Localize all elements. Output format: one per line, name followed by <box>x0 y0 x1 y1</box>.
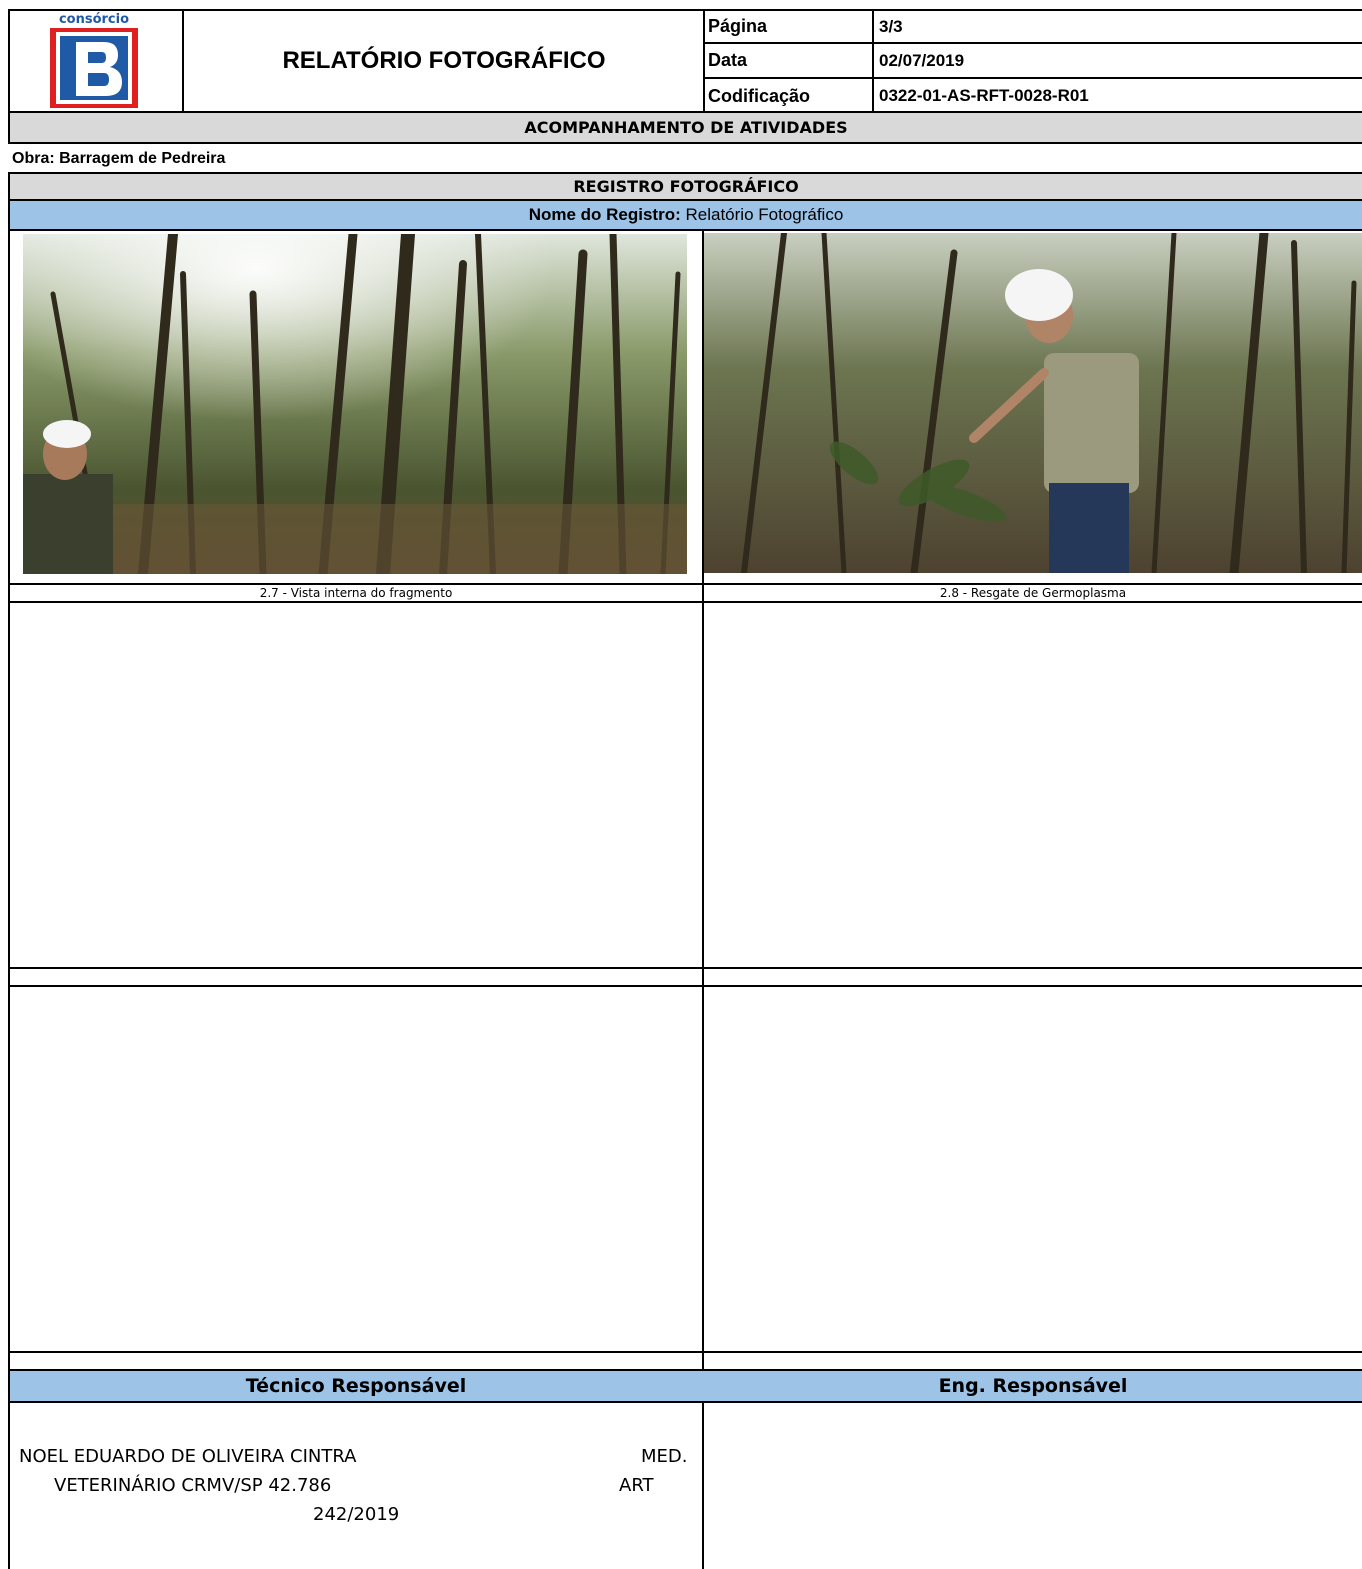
report-title: RELATÓRIO FOTOGRÁFICO <box>282 47 606 74</box>
logo-caption: consórcio <box>58 12 130 27</box>
obra-label: Obra: Barragem de Pedreira <box>12 149 226 167</box>
photo-caption-1: 2.7 - Vista interna do fragmento <box>259 586 453 600</box>
meta-label-page: Página <box>708 16 768 36</box>
company-logo: consórcio <box>48 12 140 108</box>
divider <box>872 9 874 113</box>
logo-mark-icon <box>50 28 138 108</box>
registro-name-bar: Nome do Registro: Relatório Fotográfico <box>8 201 1362 231</box>
meta-value-code: 0322-01-AS-RFT-0028-R01 <box>879 86 1089 105</box>
divider <box>8 1351 1362 1353</box>
tecnico-title-2: VETERINÁRIO CRMV/SP 42.786 <box>54 1475 332 1496</box>
tecnico-art-number: 242/2019 <box>313 1504 400 1525</box>
divider <box>8 601 1362 603</box>
tecnico-name: NOEL EDUARDO DE OLIVEIRA CINTRA <box>19 1446 357 1467</box>
tecnico-label: Técnico Responsável <box>245 1375 467 1397</box>
divider <box>8 967 1362 969</box>
tecnico-title-1: MED. <box>641 1446 688 1467</box>
meta-label-code: Codificação <box>708 85 811 106</box>
divider <box>8 985 1362 987</box>
photo-caption-2: 2.8 - Resgate de Germoplasma <box>939 586 1127 600</box>
registro-name-value: Relatório Fotográfico <box>685 205 844 224</box>
photo-germplasm-rescue <box>704 233 1362 573</box>
divider <box>703 9 705 113</box>
divider <box>8 1401 1362 1403</box>
photo-forest-interior <box>23 234 687 574</box>
eng-label: Eng. Responsável <box>938 1375 1128 1397</box>
section-title: ACOMPANHAMENTO DE ATIVIDADES <box>8 113 1362 144</box>
meta-label-date: Data <box>708 50 748 70</box>
meta-value-page: 3/3 <box>879 16 903 36</box>
divider <box>703 42 1362 44</box>
registro-title: REGISTRO FOTOGRÁFICO <box>8 172 1362 201</box>
tecnico-art-label: ART <box>619 1475 654 1496</box>
registro-name-label: Nome do Registro: <box>528 205 681 224</box>
meta-value-date: 02/07/2019 <box>879 50 965 70</box>
